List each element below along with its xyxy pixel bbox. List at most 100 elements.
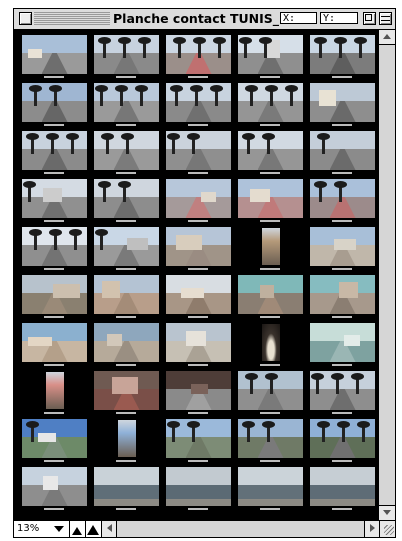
contact-thumbnail[interactable] [166, 467, 231, 506]
contact-thumbnail[interactable] [166, 227, 231, 266]
contact-thumbnail[interactable] [310, 35, 375, 74]
contact-thumbnail[interactable] [238, 179, 303, 218]
contact-thumbnail[interactable] [22, 323, 87, 362]
contact-thumbnail[interactable] [310, 131, 375, 170]
scroll-up-button[interactable] [379, 30, 395, 45]
thumbnail-palm-tree [49, 228, 62, 251]
thumbnail-building [344, 335, 360, 347]
contact-thumbnail[interactable] [166, 35, 231, 74]
thumbnail-caption-mark [188, 460, 208, 462]
thumbnail-caption-mark [260, 508, 280, 510]
thumbnail-shore [166, 498, 231, 506]
thumbnail-palm-tree [26, 132, 39, 155]
thumbnail-caption-mark [44, 220, 64, 222]
scroll-left-button[interactable] [102, 521, 117, 537]
contact-thumbnail[interactable] [238, 275, 303, 314]
contact-thumbnail[interactable] [238, 323, 303, 362]
mountain-small-icon [72, 527, 82, 535]
contact-thumbnail[interactable] [166, 371, 231, 410]
contact-thumbnail[interactable] [238, 227, 303, 266]
contact-thumbnail[interactable] [310, 371, 375, 410]
contact-thumbnail[interactable] [238, 419, 303, 458]
thumbnail-caption-mark [116, 220, 136, 222]
title-bar[interactable]: Planche contact TUNIS_1. X: Y: [14, 9, 395, 30]
contact-thumbnail[interactable] [94, 179, 159, 218]
zoom-box-icon[interactable] [363, 12, 376, 25]
contact-thumbnail[interactable] [22, 275, 87, 314]
contact-thumbnail[interactable] [310, 419, 375, 458]
thumbnail-palm-tree [23, 180, 36, 203]
thumbnail-caption-mark [332, 460, 352, 462]
contact-thumbnail[interactable] [94, 323, 159, 362]
contact-thumbnail[interactable] [94, 275, 159, 314]
contact-sheet-window: Planche contact TUNIS_1. X: Y: 13% [13, 8, 396, 538]
zoom-in-button[interactable] [86, 521, 102, 537]
contact-thumbnail[interactable] [166, 275, 231, 314]
contact-thumbnail[interactable] [94, 419, 159, 458]
close-box-icon[interactable] [19, 12, 32, 25]
contact-thumbnail[interactable] [310, 179, 375, 218]
contact-thumbnail[interactable] [22, 83, 87, 122]
scroll-down-icon [383, 510, 391, 515]
zoom-out-button[interactable] [70, 521, 86, 537]
thumbnail-building [250, 189, 270, 203]
contact-thumbnail[interactable] [310, 323, 375, 362]
thumbnail-palm-tree [314, 36, 327, 59]
thumbnail-caption-mark [260, 364, 280, 366]
thumbnail-caption-mark [260, 220, 280, 222]
thumbnail-caption-mark [44, 364, 64, 366]
thumbnail-sky [310, 323, 375, 341]
contact-thumbnail[interactable] [22, 131, 87, 170]
thumbnail-palm-tree [259, 36, 272, 59]
contact-thumbnail[interactable] [310, 467, 375, 506]
contact-thumbnail[interactable] [22, 371, 87, 410]
contact-thumbnail[interactable] [238, 467, 303, 506]
contact-thumbnail[interactable] [94, 467, 159, 506]
thumbnail-sky [238, 179, 303, 197]
contact-thumbnail[interactable] [238, 131, 303, 170]
thumbnail-palm-tree [118, 180, 131, 203]
contact-thumbnail[interactable] [310, 275, 375, 314]
contact-thumbnail[interactable] [238, 371, 303, 410]
contact-thumbnail[interactable] [166, 323, 231, 362]
horizontal-scrollbar[interactable] [102, 521, 379, 537]
vertical-scrollbar[interactable] [378, 30, 395, 520]
contact-thumbnail[interactable] [166, 131, 231, 170]
contact-thumbnail[interactable] [94, 227, 159, 266]
windowshade-icon[interactable] [379, 12, 392, 25]
thumbnail-palm-tree [95, 84, 108, 107]
contact-thumbnail[interactable] [22, 35, 87, 74]
thumbnail-caption-mark [188, 76, 208, 78]
contact-thumbnail[interactable] [166, 419, 231, 458]
contact-thumbnail[interactable] [94, 371, 159, 410]
thumbnail-palm-tree [317, 420, 330, 443]
contact-thumbnail[interactable] [238, 35, 303, 74]
zoom-level-popup[interactable]: 13% [14, 521, 70, 537]
contact-thumbnail[interactable] [94, 83, 159, 122]
contact-thumbnail[interactable] [166, 83, 231, 122]
contact-thumbnail[interactable] [94, 35, 159, 74]
contact-thumbnail[interactable] [22, 419, 87, 458]
thumbnail-portrait-image [262, 324, 280, 361]
thumbnail-palm-tree [29, 228, 42, 251]
thumbnail-palm-tree [245, 84, 258, 107]
thumbnail-sky [166, 179, 231, 197]
thumbnail-palm-tree [26, 420, 39, 443]
scroll-right-button[interactable] [364, 521, 379, 537]
contact-thumbnail[interactable] [94, 131, 159, 170]
resize-grip-icon[interactable] [379, 521, 395, 537]
thumbnail-palm-tree [138, 36, 151, 59]
contact-thumbnail[interactable] [22, 179, 87, 218]
thumbnail-building [112, 377, 138, 395]
contact-thumbnail[interactable] [166, 179, 231, 218]
scroll-left-icon [107, 524, 112, 532]
contact-thumbnail[interactable] [310, 83, 375, 122]
contact-thumbnail[interactable] [310, 227, 375, 266]
contact-thumbnail[interactable] [22, 467, 87, 506]
coord-y-field: Y: [320, 12, 358, 24]
contact-thumbnail[interactable] [22, 227, 87, 266]
scroll-down-button[interactable] [379, 505, 395, 520]
contact-thumbnail[interactable] [238, 83, 303, 122]
thumbnail-palm-tree [265, 372, 278, 395]
thumbnail-building [28, 337, 52, 347]
